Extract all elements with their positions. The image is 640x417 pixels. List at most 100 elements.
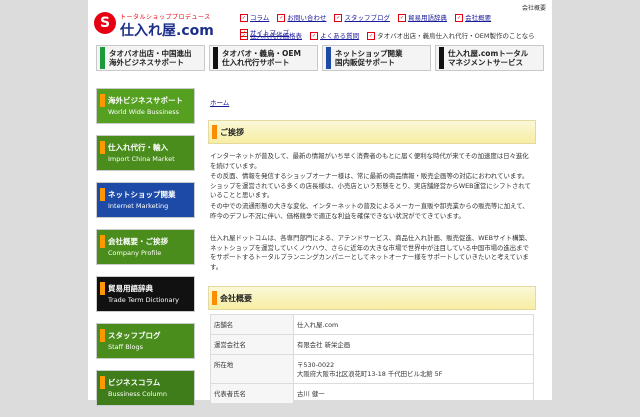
nav-company[interactable]: ✓ 会社概要: [455, 12, 491, 22]
sidebar-item-dictionary[interactable]: 貿易用語辞典 Trade Term Dictionary: [96, 276, 195, 312]
check-icon: ✓: [310, 32, 319, 40]
service-banners: タオバオ出店・中国進出 海外ビジネスサポート タオバオ・義烏・OEM 仕入れ代行サポ…: [96, 45, 544, 71]
company-title: 会社概要: [220, 294, 252, 303]
nav-label: コラム: [250, 14, 270, 22]
row-value: 〒530-0022 大阪府大阪市北区浪花町13-18 千代田ビル北館 5F: [293, 354, 534, 384]
banner-line1: ネットショップ開業: [335, 49, 403, 58]
sidebar-title: 仕入れ代行・輸入: [108, 143, 168, 152]
banner-overseas[interactable]: タオバオ出店・中国進出 海外ビジネスサポート: [96, 45, 205, 71]
sidebar-title: ビジネスコラム: [108, 378, 161, 387]
flag-icon: [100, 235, 105, 248]
header-marker: [212, 125, 217, 139]
nav-label: 貿易用語辞典: [408, 14, 448, 22]
banner-bar: [213, 47, 218, 69]
check-icon: ✓: [398, 14, 407, 22]
company-table: 店舗名 仕入れ屋.com 運営会社名 有限会社 新栄企画 所在地 〒530-0022 大…: [210, 314, 534, 404]
greeting-title: ご挨拶: [220, 128, 244, 137]
site-logo[interactable]: S トータルショッププロデュース 仕入れ屋.com: [94, 10, 224, 40]
banner-bar: [100, 47, 105, 69]
sidebar-subtitle: Trade Term Dictionary: [108, 296, 180, 304]
nav-trade-dictionary[interactable]: ✓ 貿易用語辞典: [398, 12, 447, 22]
banner-management[interactable]: 仕入れ屋.comトータル マネジメントサービス: [435, 45, 544, 71]
banner-line1: タオバオ出店・中国進出: [109, 49, 192, 58]
nav-contact[interactable]: ✓ お問い合わせ: [277, 12, 326, 22]
sidebar-item-blog[interactable]: スタッフブログ Staff Blogs: [96, 323, 195, 359]
sidebar-subtitle: Import China Market: [108, 155, 175, 163]
sidebar-subtitle: Company Profile: [108, 249, 162, 257]
address: 大阪府大阪市北区浪花町13-18 千代田ビル北館 5F: [297, 370, 443, 378]
table-row: 代表者氏名 古川 健一: [210, 383, 534, 404]
flag-icon: [100, 188, 105, 201]
flag-icon: [100, 376, 105, 389]
postal-code: 〒530-0022: [297, 361, 335, 369]
row-key: 代表者氏名: [210, 383, 294, 404]
flag-icon: [100, 141, 105, 154]
sidebar-title: ネットショップ開業: [108, 190, 176, 199]
greeting-para-1: インターネットが普及して、最新の情報がいち早く消費者のもとに届く便利な時代が来て…: [210, 152, 529, 170]
nav-faq[interactable]: ✓ よくある質問: [310, 32, 359, 40]
flag-icon: [100, 282, 105, 295]
tagline-note: ✓ タオバオ出店・義烏仕入れ代行・OEM製作のことなら: [367, 32, 535, 40]
nav-label: 仕入れ代行価格表: [250, 32, 302, 40]
banner-text: タオバオ・義烏・OEM 仕入れ代行サポート: [222, 49, 301, 67]
greeting-para-2: その反面、情報を発信するショップオーナー様は、常に最新の商品情報・販売企画等の対…: [210, 172, 531, 200]
banner-line1: タオバオ・義烏・OEM: [222, 49, 301, 58]
sub-nav: ✓ 仕入れ代行価格表 ✓ よくある質問 ✓ タオバオ出店・義烏仕入れ代行・OEM製作の…: [240, 30, 535, 40]
tagline-text: タオバオ出店・義烏仕入れ代行・OEM製作のことなら: [377, 32, 535, 40]
nav-column[interactable]: ✓ コラム: [240, 12, 269, 22]
nav-label: 会社概要: [465, 14, 492, 22]
banner-sourcing[interactable]: タオバオ・義烏・OEM 仕入れ代行サポート: [209, 45, 318, 71]
greeting-header: ご挨拶: [208, 120, 536, 144]
check-icon: ✓: [277, 14, 286, 22]
table-row: 運営会社名 有限会社 新栄企画: [210, 334, 534, 355]
sidebar-title: 貿易用語辞典: [108, 284, 153, 293]
banner-line2: 仕入れ代行サポート: [222, 58, 290, 67]
sidebar-title: 会社概要・ご挨拶: [108, 237, 168, 246]
sidebar-item-overseas[interactable]: 海外ビジネスサポート World Wide Bussiness: [96, 88, 195, 124]
flag-icon: [100, 94, 105, 107]
banner-text: 仕入れ屋.comトータル マネジメントサービス: [448, 49, 528, 67]
sidebar-item-column[interactable]: ビジネスコラム Bussiness Column: [96, 370, 195, 406]
banner-line2: 海外ビジネスサポート: [109, 58, 184, 67]
banner-bar: [326, 47, 331, 69]
row-value: 古川 健一: [293, 383, 534, 404]
nav-label: お問い合わせ: [287, 14, 327, 22]
check-icon: ✓: [240, 32, 248, 40]
check-icon: ✓: [455, 14, 464, 22]
greeting-para-4: 仕入れ屋ドットコムは、各専門部門による、アテンドサービス、商品仕入れ計画、販売促…: [210, 234, 532, 271]
header-marker: [212, 291, 217, 305]
sidebar: 海外ビジネスサポート World Wide Bussiness 仕入れ代行・輸入 I…: [96, 88, 195, 417]
company-header: 会社概要: [208, 286, 536, 310]
row-value: 仕入れ屋.com: [293, 314, 534, 335]
table-row: 所在地 〒530-0022 大阪府大阪市北区浪花町13-18 千代田ビル北館 5F: [210, 354, 534, 384]
sidebar-title: 海外ビジネスサポート: [108, 96, 183, 105]
sidebar-subtitle: Staff Blogs: [108, 343, 143, 351]
table-row: 店舗名 仕入れ屋.com: [210, 314, 534, 335]
sidebar-title: スタッフブログ: [108, 331, 161, 340]
sidebar-subtitle: Internet Marketing: [108, 202, 169, 210]
sidebar-item-netshop[interactable]: ネットショップ開業 Internet Marketing: [96, 182, 195, 218]
sidebar-subtitle: Bussiness Column: [108, 390, 168, 398]
check-icon: ✓: [367, 32, 376, 40]
banner-netshop[interactable]: ネットショップ開業 国内販促サポート: [322, 45, 431, 71]
nav-staff-blog[interactable]: ✓ スタッフブログ: [334, 12, 390, 22]
logo-text: 仕入れ屋.com: [120, 23, 214, 39]
greeting-para-3: その中での流通形態の大きな変化、インターネットの普及によるメーカー直販や卸売業か…: [210, 202, 529, 220]
row-value: 有限会社 新栄企画: [293, 334, 534, 355]
flag-icon: [100, 329, 105, 342]
sidebar-subtitle: World Wide Bussiness: [108, 108, 180, 116]
nav-label: スタッフブログ: [344, 14, 390, 22]
check-icon: ✓: [334, 14, 343, 22]
sidebar-item-import[interactable]: 仕入れ代行・輸入 Import China Market: [96, 135, 195, 171]
banner-text: タオバオ出店・中国進出 海外ビジネスサポート: [109, 49, 192, 67]
banner-line2: 国内販促サポート: [335, 58, 395, 67]
sidebar-item-company[interactable]: 会社概要・ご挨拶 Company Profile: [96, 229, 195, 265]
nav-price-list[interactable]: ✓ 仕入れ代行価格表: [240, 32, 302, 40]
row-key: 所在地: [210, 354, 294, 384]
breadcrumb-home[interactable]: ホーム: [210, 97, 229, 107]
nav-label: よくある質問: [320, 32, 360, 40]
logo-mark: S: [94, 12, 116, 34]
row-key: 運営会社名: [210, 334, 294, 355]
company-link[interactable]: 会社概要: [522, 3, 546, 12]
banner-text: ネットショップ開業 国内販促サポート: [335, 49, 403, 67]
